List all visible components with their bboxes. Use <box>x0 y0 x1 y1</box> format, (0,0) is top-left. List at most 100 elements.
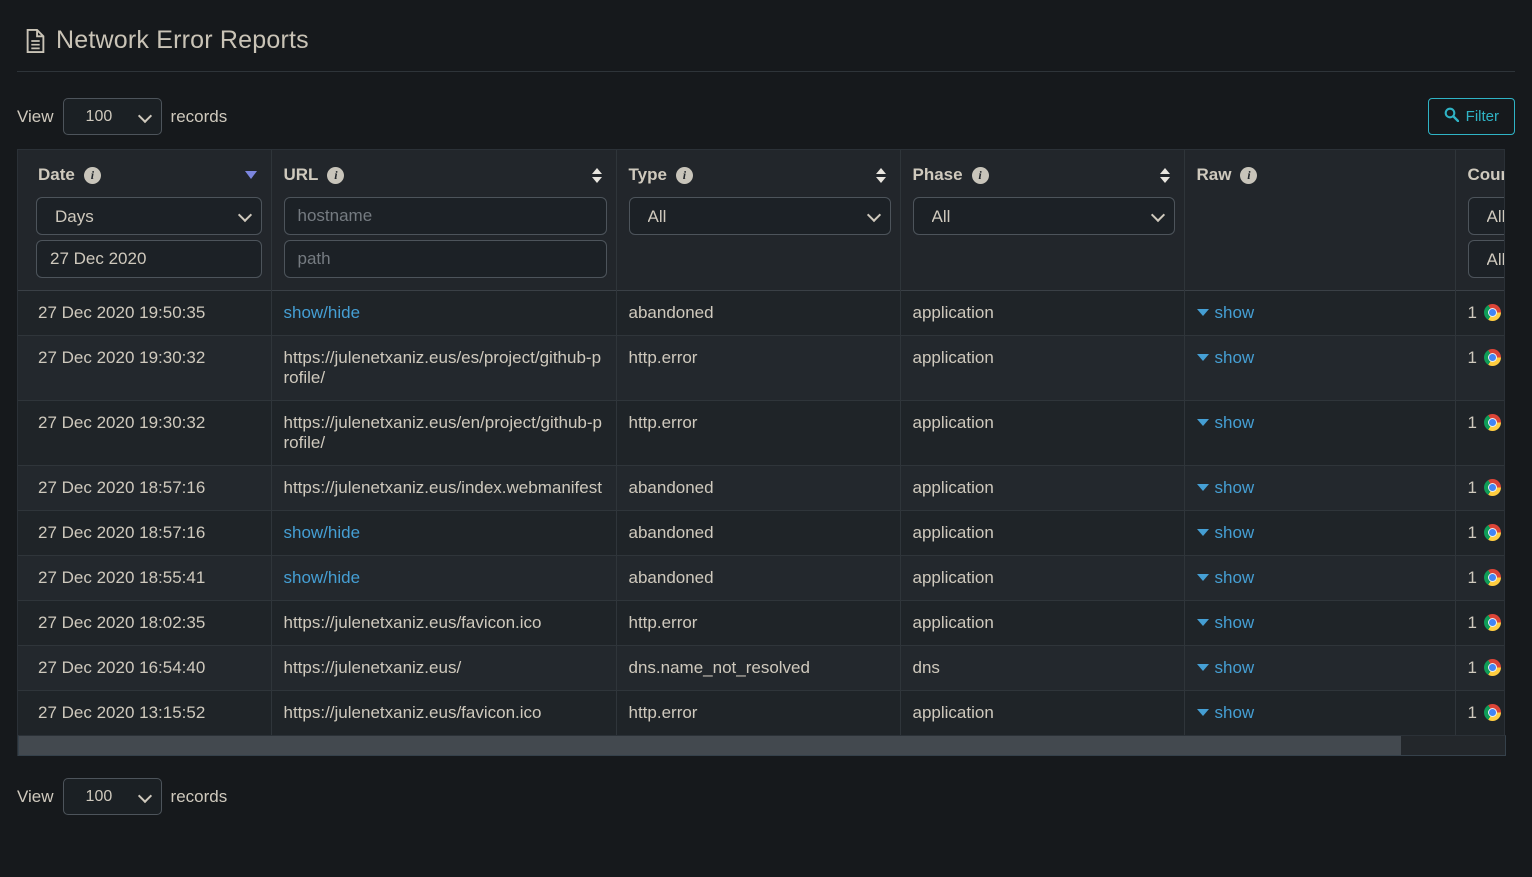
type-cell: http.error <box>616 401 900 466</box>
sort-header-date[interactable]: Date <box>18 150 271 189</box>
raw-show-link[interactable]: show <box>1197 413 1255 432</box>
url-cell: https://julenetxaniz.eus/favicon.ico <box>271 691 616 736</box>
count-filters: All All <box>1456 189 1505 290</box>
raw-show-link[interactable]: show <box>1197 478 1255 497</box>
document-icon <box>25 28 46 54</box>
info-icon[interactable] <box>84 167 101 184</box>
horizontal-scrollbar[interactable] <box>18 735 1506 756</box>
hostname-filter-input[interactable] <box>284 197 607 235</box>
date-cell: 27 Dec 2020 13:15:52 <box>18 691 271 736</box>
sort-both-icon <box>592 168 602 183</box>
count-cell: 1 <box>1455 646 1504 691</box>
phase-cell: application <box>900 601 1184 646</box>
count-filter-select-2[interactable]: All <box>1468 240 1505 278</box>
count-value: 1 <box>1468 523 1477 542</box>
count-header[interactable]: Count <box>1456 150 1505 189</box>
caret-down-icon <box>1197 419 1209 426</box>
table-body: 27 Dec 2020 19:50:35 show/hide abandoned… <box>18 291 1504 736</box>
caret-down-icon <box>1197 619 1209 626</box>
page: Network Error Reports View 100 records F… <box>0 0 1532 815</box>
info-icon[interactable] <box>1240 167 1257 184</box>
raw-header: Raw <box>1185 150 1455 189</box>
caret-down-icon <box>1197 709 1209 716</box>
phase-cell: application <box>900 291 1184 336</box>
raw-show-link[interactable]: show <box>1197 303 1255 322</box>
date-cell: 27 Dec 2020 18:55:41 <box>18 556 271 601</box>
type-cell: dns.name_not_resolved <box>616 646 900 691</box>
date-filters: Days <box>18 189 271 290</box>
chrome-icon <box>1484 304 1501 321</box>
page-title: Network Error Reports <box>56 26 309 55</box>
url-cell: https://julenetxaniz.eus/favicon.ico <box>271 601 616 646</box>
phase-cell: dns <box>900 646 1184 691</box>
info-icon[interactable] <box>327 167 344 184</box>
count-value: 1 <box>1468 413 1477 432</box>
page-size-select-wrap: 100 <box>63 98 162 135</box>
raw-show-link[interactable]: show <box>1197 613 1255 632</box>
table-row: 27 Dec 2020 18:57:16 show/hide abandoned… <box>18 511 1504 556</box>
raw-cell: show <box>1184 646 1455 691</box>
table-row: 27 Dec 2020 18:02:35 https://julenetxani… <box>18 601 1504 646</box>
url-show-hide-link[interactable]: show/hide <box>284 568 361 587</box>
info-icon[interactable] <box>972 167 989 184</box>
sort-header-type[interactable]: Type <box>617 150 900 189</box>
count-cell: 1 <box>1455 466 1504 511</box>
date-cell: 27 Dec 2020 19:30:32 <box>18 336 271 401</box>
type-cell: abandoned <box>616 556 900 601</box>
url-show-hide-link[interactable]: show/hide <box>284 303 361 322</box>
date-filter-input[interactable] <box>36 240 262 278</box>
scrollbar-thumb[interactable] <box>19 736 1401 755</box>
info-icon[interactable] <box>676 167 693 184</box>
page-size-select-bottom[interactable]: 100 <box>63 778 162 815</box>
reports-table: Date Days <box>18 150 1504 735</box>
type-filter-select[interactable]: All <box>629 197 891 235</box>
chrome-icon <box>1484 414 1501 431</box>
bottom-controls: View 100 records <box>17 778 1515 815</box>
phase-column-label: Phase <box>913 165 963 185</box>
count-column-label: Count <box>1468 165 1505 185</box>
table-row: 27 Dec 2020 16:54:40 https://julenetxani… <box>18 646 1504 691</box>
raw-show-link[interactable]: show <box>1197 348 1255 367</box>
count-cell: 1 <box>1455 511 1504 556</box>
phase-cell: application <box>900 466 1184 511</box>
caret-down-icon <box>1197 664 1209 671</box>
column-header-phase: Phase All <box>900 150 1184 291</box>
raw-cell: show <box>1184 601 1455 646</box>
url-cell: show/hide <box>271 556 616 601</box>
table-row: 27 Dec 2020 19:50:35 show/hide abandoned… <box>18 291 1504 336</box>
count-value: 1 <box>1468 568 1477 587</box>
page-size-select[interactable]: 100 <box>63 98 162 135</box>
sort-header-url[interactable]: URL <box>272 150 616 189</box>
type-column-label: Type <box>629 165 667 185</box>
path-filter-input[interactable] <box>284 240 607 278</box>
date-mode-select[interactable]: Days <box>36 197 262 235</box>
type-cell: abandoned <box>616 291 900 336</box>
filter-button[interactable]: Filter <box>1428 98 1515 135</box>
type-cell: http.error <box>616 336 900 401</box>
raw-show-link[interactable]: show <box>1197 658 1255 677</box>
chrome-icon <box>1484 659 1501 676</box>
records-label: records <box>171 107 228 127</box>
page-size-select-wrap: 100 <box>63 778 162 815</box>
column-header-type: Type All <box>616 150 900 291</box>
raw-show-link[interactable]: show <box>1197 703 1255 722</box>
raw-show-link[interactable]: show <box>1197 568 1255 587</box>
records-label: records <box>171 787 228 807</box>
type-cell: abandoned <box>616 466 900 511</box>
type-filters: All <box>617 189 900 247</box>
count-value: 1 <box>1468 658 1477 677</box>
url-show-hide-link[interactable]: show/hide <box>284 523 361 542</box>
date-cell: 27 Dec 2020 19:30:32 <box>18 401 271 466</box>
sort-header-phase[interactable]: Phase <box>901 150 1184 189</box>
count-filter-select-1[interactable]: All <box>1468 197 1505 235</box>
header-row: Date Days <box>18 150 1504 291</box>
chrome-icon <box>1484 349 1501 366</box>
count-cell: 1 <box>1455 291 1504 336</box>
caret-down-icon <box>1197 574 1209 581</box>
raw-cell: show <box>1184 401 1455 466</box>
date-cell: 27 Dec 2020 18:57:16 <box>18 466 271 511</box>
table-row: 27 Dec 2020 13:15:52 https://julenetxani… <box>18 691 1504 736</box>
phase-filter-select[interactable]: All <box>913 197 1175 235</box>
raw-show-link[interactable]: show <box>1197 523 1255 542</box>
url-cell: show/hide <box>271 291 616 336</box>
